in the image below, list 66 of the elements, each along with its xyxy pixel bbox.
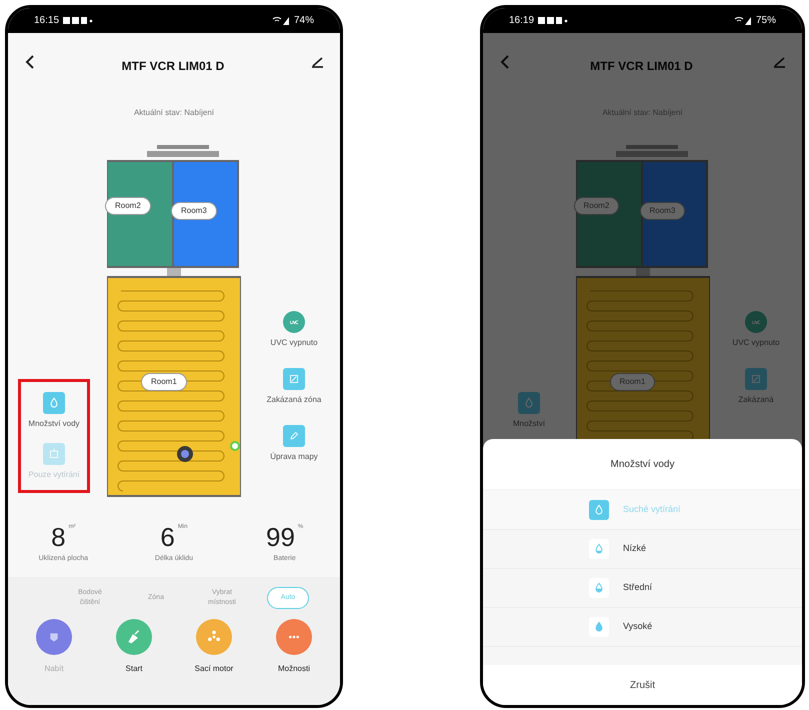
- more-icon: [276, 618, 312, 654]
- stat-value: 6: [160, 523, 175, 551]
- notification-icon: [63, 16, 94, 24]
- tool-button[interactable]: UVC vypnuto: [263, 311, 325, 348]
- tool-label: Zakázaná: [738, 394, 774, 405]
- action-label: Start: [126, 662, 142, 674]
- drop-icon: [589, 617, 609, 637]
- action-button[interactable]: Možnosti: [259, 618, 329, 674]
- tool-button[interactable]: Úprava mapy: [263, 425, 325, 462]
- battery-text: 75%: [756, 14, 776, 28]
- edit-icon[interactable]: [310, 55, 324, 69]
- screen-title: MTF VCR LIM01 D: [590, 58, 693, 75]
- option-row[interactable]: Střední: [483, 569, 802, 608]
- action-button[interactable]: Sací motor: [179, 618, 249, 674]
- clock-text: 16:15: [34, 14, 60, 28]
- room-label[interactable]: Room3: [171, 202, 217, 220]
- stat-value: 8: [51, 523, 66, 551]
- screen-title: MTF VCR LIM01 D: [122, 58, 224, 75]
- tool-button[interactable]: Množství vody: [23, 392, 85, 429]
- notification-icon: [538, 16, 568, 24]
- drop-icon: [589, 578, 609, 598]
- drop-icon: [589, 500, 609, 520]
- stat-value: 99: [266, 523, 295, 551]
- option-label: Vysoké: [623, 620, 652, 634]
- action-label: Možnosti: [278, 662, 310, 674]
- zone-icon: [745, 368, 767, 390]
- option-label: Střední: [623, 581, 652, 594]
- sheet-title: Množství vody: [610, 458, 676, 472]
- uvc-icon: [745, 311, 767, 333]
- signal-icon: [272, 16, 290, 25]
- option-row[interactable]: Nízké: [483, 530, 802, 569]
- room-label[interactable]: Room1: [141, 373, 187, 391]
- action-label: Sací motor: [194, 662, 234, 674]
- battery-text: 74%: [294, 14, 314, 28]
- signal-icon: [734, 16, 752, 25]
- zone-icon: [283, 368, 305, 390]
- drop-icon: [589, 539, 609, 559]
- fan-icon: [196, 618, 232, 654]
- pencil-icon: [283, 425, 305, 447]
- tool-label: UVC vypnuto: [270, 337, 318, 348]
- action-button[interactable]: Start: [99, 618, 169, 674]
- tool-label: Zakázaná zóna: [266, 394, 322, 405]
- tool-label: Množství: [512, 418, 545, 429]
- robot-icon: [177, 446, 193, 462]
- tool-button[interactable]: Zakázaná zóna: [263, 368, 325, 405]
- drop-icon: [43, 392, 65, 414]
- mop-icon: [43, 443, 65, 465]
- clock-text: 16:19: [509, 14, 534, 28]
- option-row[interactable]: Vysoké: [483, 608, 802, 647]
- option-label: Suché vytírání: [623, 503, 681, 516]
- broom-icon: [116, 618, 152, 654]
- dock-icon: [230, 441, 240, 451]
- status-text: Aktuální stav: Nabíjení: [132, 107, 216, 119]
- uvc-icon: [283, 311, 305, 333]
- tool-label: UVC vypnuto: [732, 337, 780, 348]
- shield-icon: [36, 618, 72, 654]
- back-icon[interactable]: [24, 54, 36, 70]
- wall-outline: [616, 145, 688, 157]
- action-label: Nabít: [44, 662, 64, 674]
- room-label[interactable]: Room2: [105, 197, 151, 215]
- tool-label: Pouze vytírání: [28, 469, 80, 480]
- drop-icon: [518, 392, 540, 414]
- tool-label: Úprava mapy: [270, 451, 318, 462]
- tool-label: Množství vody: [28, 418, 80, 429]
- option-label: Nízké: [623, 542, 646, 556]
- wall-outline: [147, 145, 219, 157]
